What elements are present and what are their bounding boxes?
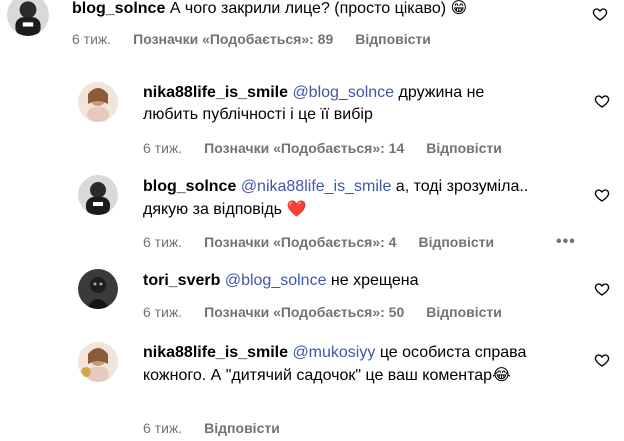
comment-reply: blog_solnce @nika88life_is_smile а, тоді… bbox=[0, 172, 624, 252]
timestamp[interactable]: 6 тиж. bbox=[72, 31, 111, 47]
more-options-icon[interactable]: ••• bbox=[556, 233, 576, 251]
comment-body: tori_sverb @blog_solnce не хрещена bbox=[143, 270, 543, 292]
likes-count[interactable]: Позначки «Подобається»: 4 bbox=[204, 234, 396, 250]
comment-reply: nika88life_is_smile @mukosiyy це особист… bbox=[0, 340, 624, 441]
red-heart-emoji: ❤️ bbox=[286, 199, 307, 218]
username[interactable]: nika88life_is_smile bbox=[143, 84, 288, 101]
heart-outline-icon[interactable] bbox=[594, 93, 610, 109]
grin-emoji: 😁 bbox=[450, 0, 468, 17]
username[interactable]: blog_solnce bbox=[72, 0, 165, 17]
comment-body: nika88life_is_smile @mukosiyy це особист… bbox=[143, 342, 543, 387]
reply-button[interactable]: Відповісти bbox=[426, 140, 502, 156]
comment-meta: 6 тиж. Відповісти bbox=[143, 420, 280, 436]
avatar[interactable] bbox=[78, 82, 118, 122]
comment-body: blog_solnce А чого закрили лице? (просто… bbox=[72, 0, 552, 20]
heart-outline-icon[interactable] bbox=[594, 352, 610, 368]
comment-reply: tori_sverb @blog_solnce не хрещена 6 тиж… bbox=[0, 266, 624, 326]
timestamp[interactable]: 6 тиж. bbox=[143, 234, 182, 250]
username[interactable]: blog_solnce bbox=[143, 178, 236, 195]
likes-count[interactable]: Позначки «Подобається»: 14 bbox=[204, 140, 404, 156]
comment-body: nika88life_is_smile @blog_solnce дружина… bbox=[143, 82, 543, 126]
avatar[interactable] bbox=[78, 175, 118, 215]
mention-link[interactable]: @blog_solnce bbox=[292, 84, 394, 101]
mention-link[interactable]: @blog_solnce bbox=[225, 272, 327, 289]
reply-button[interactable]: Відповісти bbox=[418, 234, 494, 250]
mention-link[interactable]: @mukosiyy bbox=[292, 344, 375, 361]
comment-reply: nika88life_is_smile @blog_solnce дружина… bbox=[0, 80, 624, 160]
mention-link[interactable]: @nika88life_is_smile bbox=[241, 178, 392, 195]
timestamp[interactable]: 6 тиж. bbox=[143, 304, 182, 320]
heart-outline-icon[interactable] bbox=[594, 281, 610, 297]
heart-outline-icon[interactable] bbox=[592, 6, 608, 22]
timestamp[interactable]: 6 тиж. bbox=[143, 420, 182, 436]
comment-text: А чого закрили лице? (просто цікаво) bbox=[169, 0, 447, 17]
comment-meta: 6 тиж. Позначки «Подобається»: 89 Відпов… bbox=[72, 31, 431, 47]
heart-outline-icon[interactable] bbox=[594, 187, 610, 203]
reply-button[interactable]: Відповісти bbox=[426, 304, 502, 320]
username[interactable]: tori_sverb bbox=[143, 272, 220, 289]
likes-count[interactable]: Позначки «Подобається»: 89 bbox=[133, 31, 333, 47]
comment-body: blog_solnce @nika88life_is_smile а, тоді… bbox=[143, 176, 543, 221]
likes-count[interactable]: Позначки «Подобається»: 50 bbox=[204, 304, 404, 320]
comment-meta: 6 тиж. Позначки «Подобається»: 4 Відпові… bbox=[143, 234, 494, 250]
comment-text: не хрещена bbox=[330, 272, 419, 289]
comment-meta: 6 тиж. Позначки «Подобається»: 50 Відпов… bbox=[143, 304, 502, 320]
reply-button[interactable]: Відповісти bbox=[355, 31, 431, 47]
username[interactable]: nika88life_is_smile bbox=[143, 344, 288, 361]
comment: blog_solnce А чого закрили лице? (просто… bbox=[0, 0, 624, 60]
comment-meta: 6 тиж. Позначки «Подобається»: 14 Відпов… bbox=[143, 140, 502, 156]
avatar[interactable] bbox=[7, 0, 49, 36]
laughing-emoji: 😂 bbox=[492, 365, 511, 384]
timestamp[interactable]: 6 тиж. bbox=[143, 140, 182, 156]
avatar[interactable] bbox=[78, 269, 118, 309]
reply-button[interactable]: Відповісти bbox=[204, 420, 280, 436]
avatar[interactable] bbox=[78, 342, 118, 382]
